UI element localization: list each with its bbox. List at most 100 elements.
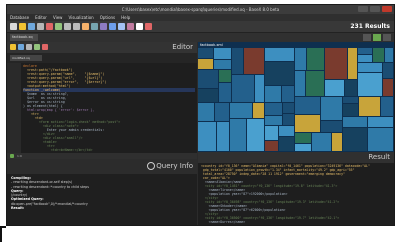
save-file-icon[interactable] <box>18 44 24 50</box>
properties-icon[interactable] <box>37 23 44 30</box>
map-node[interactable] <box>343 117 367 127</box>
map-node[interactable] <box>359 97 380 116</box>
folder-view-icon[interactable] <box>100 23 107 30</box>
map-node[interactable] <box>230 119 246 151</box>
map-node[interactable] <box>358 48 372 54</box>
back-icon[interactable] <box>64 23 71 30</box>
stop-button[interactable] <box>363 34 371 41</box>
map-node[interactable] <box>295 48 306 70</box>
map-node[interactable] <box>383 63 393 78</box>
map-node[interactable] <box>253 103 264 118</box>
open-file-icon[interactable] <box>10 44 16 50</box>
open-database-icon[interactable] <box>19 23 26 30</box>
map-node[interactable] <box>325 80 344 96</box>
menu-editor[interactable]: Editor <box>35 14 47 21</box>
map-node[interactable] <box>343 128 367 151</box>
map-node[interactable] <box>381 97 393 116</box>
map-node[interactable] <box>198 59 213 69</box>
table-view-icon[interactable] <box>118 23 125 30</box>
text-view-icon[interactable] <box>136 23 143 30</box>
map-node[interactable] <box>345 80 357 96</box>
info-view-icon[interactable] <box>145 23 152 30</box>
map-node[interactable] <box>358 55 372 62</box>
map-node[interactable] <box>198 70 218 88</box>
map-node[interactable] <box>321 97 342 120</box>
filter-button[interactable] <box>383 34 391 41</box>
map-visualization[interactable]: factbook.xml <box>198 42 394 152</box>
map-node[interactable] <box>295 71 305 96</box>
tree-view-icon[interactable] <box>91 23 98 30</box>
map-node[interactable] <box>265 62 294 85</box>
map-node[interactable] <box>214 60 231 69</box>
stop-icon[interactable] <box>42 44 48 50</box>
map-node[interactable] <box>214 48 231 59</box>
find-icon[interactable] <box>26 44 32 50</box>
map-node[interactable] <box>295 133 311 143</box>
map-node[interactable] <box>265 126 278 140</box>
map-node[interactable] <box>325 48 347 79</box>
map-node[interactable] <box>198 103 214 121</box>
map-node[interactable] <box>265 48 294 61</box>
map-node[interactable] <box>232 75 254 102</box>
explorer-view-icon[interactable] <box>127 23 134 30</box>
map-node[interactable] <box>321 121 342 132</box>
map-node[interactable] <box>198 48 213 58</box>
map-node[interactable] <box>358 63 382 72</box>
map-node[interactable] <box>358 73 382 96</box>
map-node[interactable] <box>307 48 324 70</box>
minimize-button[interactable] <box>358 6 368 12</box>
map-node[interactable] <box>312 133 331 151</box>
map-node[interactable] <box>279 126 294 136</box>
map-node[interactable] <box>198 122 216 151</box>
tab-factbook[interactable]: factbook.xq <box>10 34 38 41</box>
map-node[interactable] <box>279 137 294 151</box>
menu-help[interactable]: Help <box>121 14 130 21</box>
map-node[interactable] <box>244 48 264 74</box>
map-node[interactable] <box>215 103 229 121</box>
plot-view-icon[interactable] <box>109 23 116 30</box>
search-icon[interactable] <box>147 162 155 170</box>
map-node[interactable] <box>368 117 393 127</box>
map-node[interactable] <box>306 71 324 96</box>
editor-file-tab[interactable]: modified.xq <box>10 55 42 61</box>
menu-view[interactable]: View <box>53 14 63 21</box>
map-node[interactable] <box>348 48 357 79</box>
map-node[interactable] <box>217 122 229 151</box>
maximize-button[interactable] <box>370 6 380 12</box>
map-node[interactable] <box>247 119 264 151</box>
map-node[interactable] <box>368 128 393 151</box>
map-node[interactable] <box>198 89 218 102</box>
code-editor[interactable]: declare <rest:path("/factbook") <rest:qu… <box>7 63 197 153</box>
home-icon[interactable] <box>46 23 53 30</box>
map-node[interactable] <box>265 116 282 125</box>
menu-visualization[interactable]: Visualization <box>68 14 93 21</box>
new-database-icon[interactable] <box>10 23 17 30</box>
map-node[interactable] <box>219 70 231 82</box>
up-icon[interactable] <box>55 23 62 30</box>
menu-options[interactable]: Options <box>100 14 115 21</box>
map-node[interactable] <box>295 115 320 132</box>
map-node[interactable] <box>230 103 252 118</box>
map-node[interactable] <box>332 133 342 151</box>
map-node[interactable] <box>343 97 358 103</box>
map-node[interactable] <box>283 103 294 113</box>
map-node[interactable] <box>265 86 281 102</box>
map-node[interactable] <box>343 104 358 116</box>
map-node[interactable] <box>295 144 311 151</box>
execute-icon[interactable] <box>34 44 40 50</box>
manage-databases-icon[interactable] <box>28 23 35 30</box>
map-node[interactable] <box>295 97 320 114</box>
map-node[interactable] <box>265 141 278 151</box>
forward-icon[interactable] <box>73 23 80 30</box>
map-node[interactable] <box>383 79 393 96</box>
result-xml-view[interactable]: <country id="f0_136" name="Albania" capi… <box>198 163 394 225</box>
map-node[interactable] <box>255 75 264 102</box>
menu-database[interactable]: Database <box>10 14 29 21</box>
map-node[interactable] <box>265 103 282 115</box>
map-node[interactable] <box>232 48 243 74</box>
map-node[interactable] <box>283 114 294 125</box>
map-node[interactable] <box>385 48 393 62</box>
map-node[interactable] <box>219 83 231 102</box>
run-button[interactable] <box>373 34 381 41</box>
close-button[interactable] <box>382 6 392 12</box>
